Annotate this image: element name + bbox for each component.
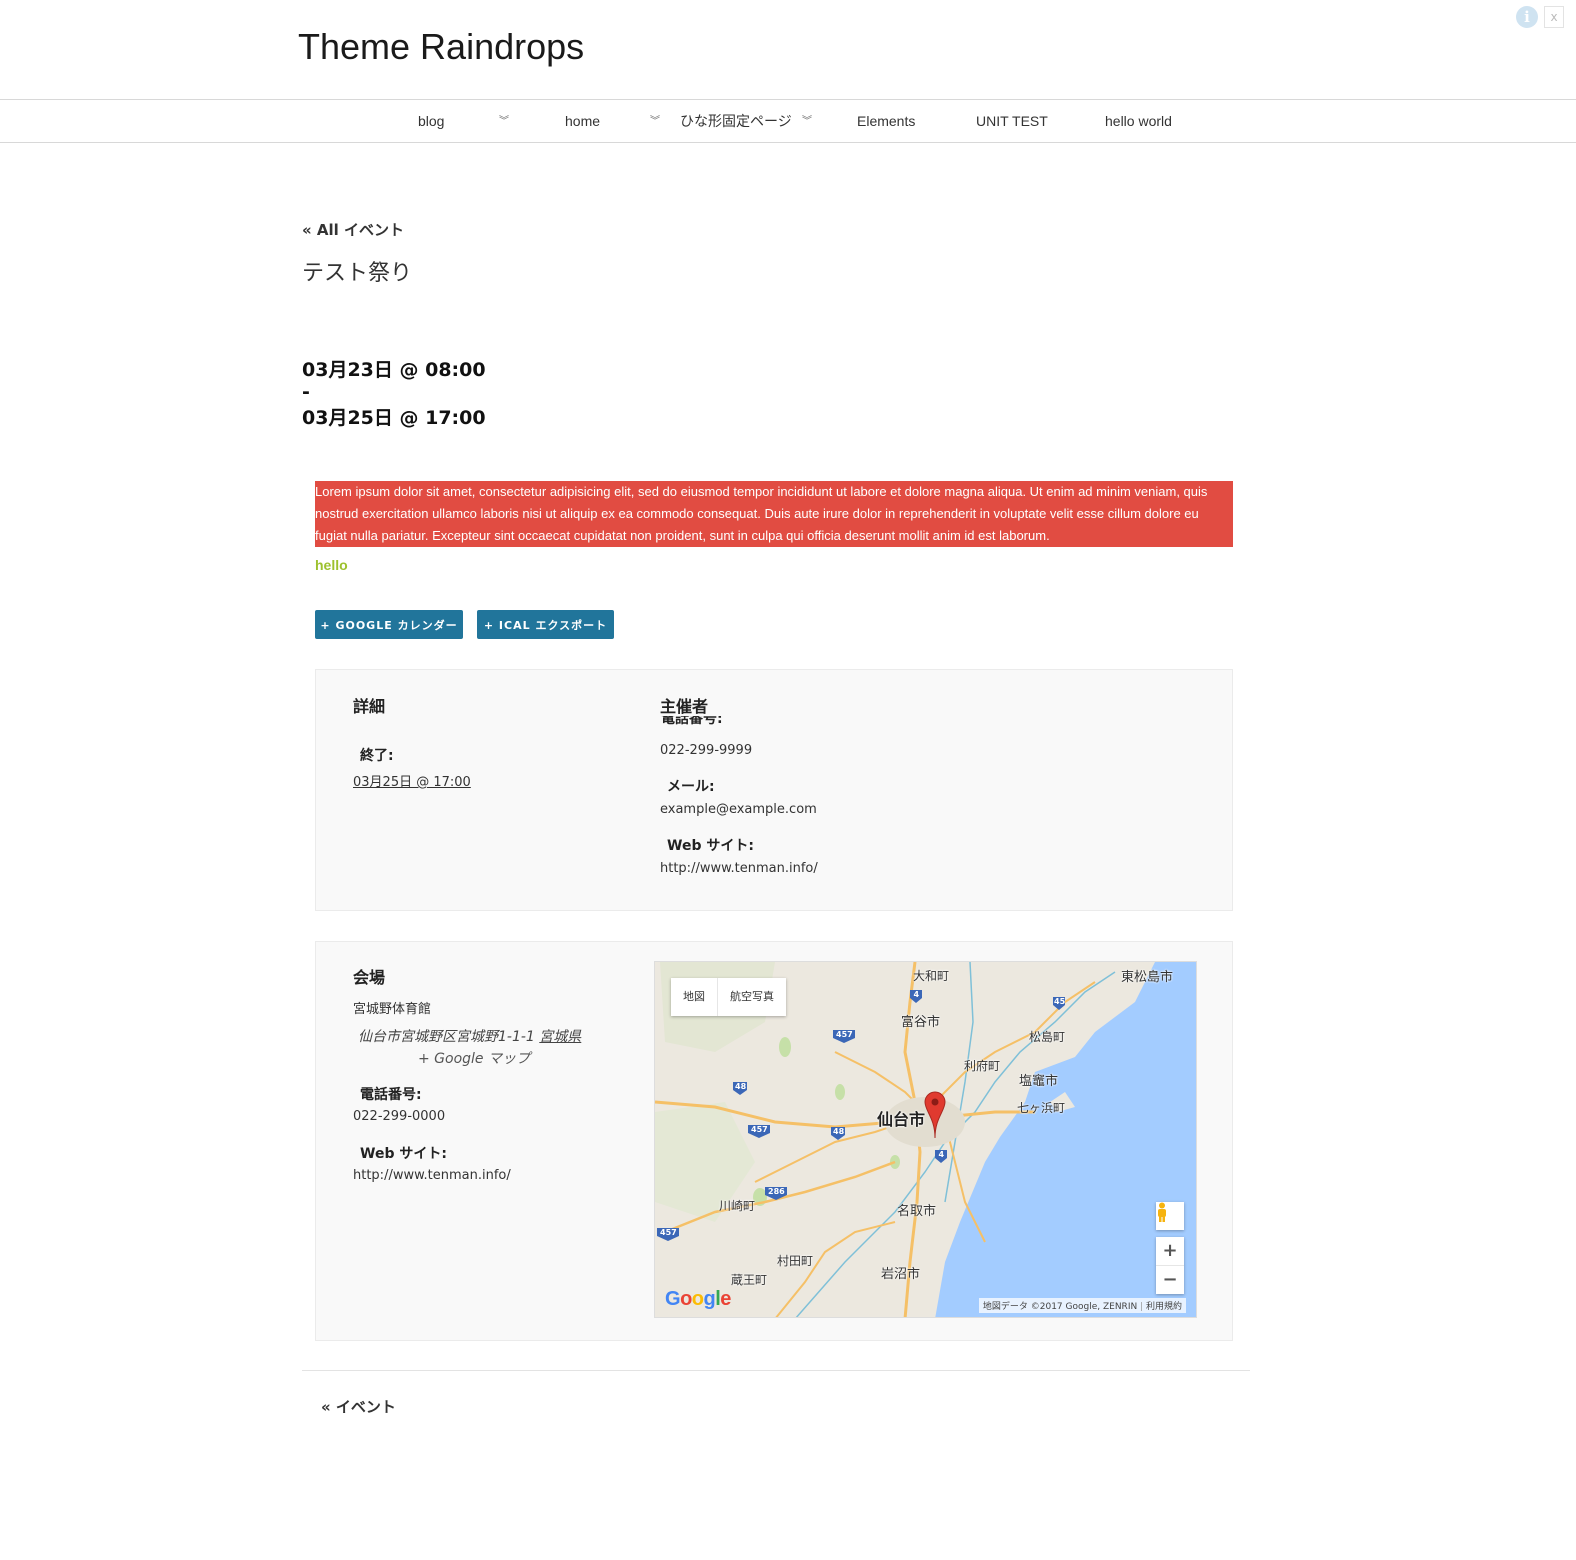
- google-calendar-button[interactable]: + GOOGLE カレンダー: [315, 610, 463, 639]
- venue-street: 仙台市宮城野区宮城野1-1-1: [358, 1029, 535, 1045]
- svg-text:45: 45: [1054, 997, 1066, 1006]
- venue-map[interactable]: 4 4 45 457 457 457 48 48 286 大和町 東松島市 富谷…: [654, 961, 1197, 1318]
- place-tomiya: 富谷市: [901, 1015, 941, 1030]
- place-taiwa: 大和町: [913, 969, 950, 983]
- end-date-link[interactable]: 03月25日 @ 17:00: [353, 771, 471, 790]
- pegman-icon[interactable]: [1156, 1202, 1184, 1230]
- organizer-phone-label: 電話番号:: [661, 716, 723, 727]
- place-rifu: 利府町: [964, 1059, 1001, 1073]
- svg-text:4: 4: [939, 1150, 945, 1159]
- google-maps-link[interactable]: + Google マップ: [418, 1048, 530, 1068]
- zoom-in-button[interactable]: +: [1156, 1237, 1184, 1266]
- place-natori: 名取市: [897, 1204, 937, 1219]
- svg-text:457: 457: [836, 1030, 853, 1039]
- map-terms-link[interactable]: 利用規約: [1146, 1302, 1182, 1312]
- venue-name: 宮城野体育館: [353, 1002, 432, 1017]
- event-date-separator: -: [302, 381, 310, 403]
- nav-item-elements[interactable]: Elements: [857, 100, 915, 142]
- place-zao: 蔵王町: [731, 1273, 768, 1287]
- footer-divider: [302, 1370, 1250, 1371]
- place-iwanuma: 岩沼市: [881, 1267, 921, 1282]
- svg-text:4: 4: [914, 990, 920, 999]
- svg-text:48: 48: [833, 1127, 845, 1136]
- place-murata: 村田町: [777, 1254, 814, 1268]
- info-icon[interactable]: i: [1516, 6, 1538, 28]
- svg-text:457: 457: [660, 1228, 677, 1237]
- organizer-website-label: Web サイト:: [667, 838, 754, 854]
- event-title: テスト祭り: [302, 261, 413, 286]
- google-logo[interactable]: Google: [665, 1288, 731, 1311]
- all-events-link[interactable]: « All イベント: [302, 219, 404, 240]
- nav-item-unit-test[interactable]: UNIT TEST: [976, 100, 1048, 142]
- site-title[interactable]: Theme Raindrops: [298, 26, 584, 68]
- venue-region: 宮城県: [539, 1029, 582, 1045]
- organizer-heading: 主催者: [660, 697, 709, 716]
- map-type-control: 地図 航空写真: [671, 978, 786, 1016]
- ical-export-button[interactable]: + ICAL エクスポート: [477, 610, 614, 639]
- zoom-control: + −: [1156, 1237, 1184, 1294]
- venue-website-label: Web サイト:: [360, 1146, 447, 1162]
- close-button[interactable]: x: [1544, 6, 1564, 28]
- event-description: Lorem ipsum dolor sit amet, consectetur …: [315, 481, 1233, 547]
- place-kawasaki: 川崎町: [719, 1199, 756, 1213]
- double-chevron-down-icon[interactable]: ︾: [499, 100, 509, 142]
- double-chevron-down-icon[interactable]: ︾: [802, 100, 812, 142]
- nav-item-hello-world[interactable]: hello world: [1105, 100, 1172, 142]
- place-matsushima: 松島町: [1029, 1030, 1066, 1044]
- map-type-satellite[interactable]: 航空写真: [717, 978, 786, 1016]
- organizer-email: example@example.com: [660, 802, 817, 817]
- double-chevron-down-icon[interactable]: ︾: [650, 100, 660, 142]
- venue-website-link[interactable]: http://www.tenman.info/: [353, 1168, 511, 1183]
- map-data-credit: 地図データ ©2017 Google, ZENRIN: [982, 1302, 1138, 1312]
- place-higashimatsushima: 東松島市: [1121, 970, 1174, 985]
- nav-item-template-page[interactable]: ひな形固定ページ: [680, 100, 792, 142]
- event-start-date: 03月23日 @ 08:00: [302, 359, 486, 381]
- main-navigation: blog ︾ home ︾ ひな形固定ページ ︾ Elements UNIT T…: [0, 99, 1576, 143]
- organizer-website-link[interactable]: http://www.tenman.info/: [660, 861, 818, 876]
- nav-item-blog[interactable]: blog: [418, 100, 444, 142]
- nav-item-home[interactable]: home: [565, 100, 600, 142]
- event-end-date: 03月25日 @ 17:00: [302, 407, 486, 429]
- prev-event-link[interactable]: « イベント: [321, 1396, 396, 1417]
- zoom-out-button[interactable]: −: [1156, 1266, 1184, 1294]
- map-attribution: 地図データ ©2017 Google, ZENRIN | 利用規約: [978, 1298, 1186, 1313]
- end-label: 終了:: [360, 748, 394, 764]
- venue-phone: 022-299-0000: [353, 1109, 446, 1124]
- details-heading: 詳細: [353, 697, 386, 716]
- venue-phone-label: 電話番号:: [360, 1087, 422, 1103]
- place-sendai: 仙台市: [877, 1110, 926, 1129]
- hello-text: hello: [315, 557, 348, 573]
- venue-heading: 会場: [353, 968, 386, 987]
- svg-text:286: 286: [768, 1187, 785, 1196]
- corner-widgets: i x: [1516, 6, 1564, 28]
- place-shichigahama: 七ヶ浜町: [1017, 1101, 1066, 1115]
- svg-text:457: 457: [751, 1125, 768, 1134]
- svg-text:48: 48: [735, 1082, 747, 1091]
- place-shiogama: 塩竈市: [1019, 1074, 1059, 1089]
- organizer-email-label: メール:: [667, 779, 715, 795]
- map-type-roadmap[interactable]: 地図: [671, 978, 717, 1016]
- organizer-phone: 022-299-9999: [660, 743, 753, 758]
- venue-address: 仙台市宮城野区宮城野1-1-1 宮城県: [358, 1026, 581, 1046]
